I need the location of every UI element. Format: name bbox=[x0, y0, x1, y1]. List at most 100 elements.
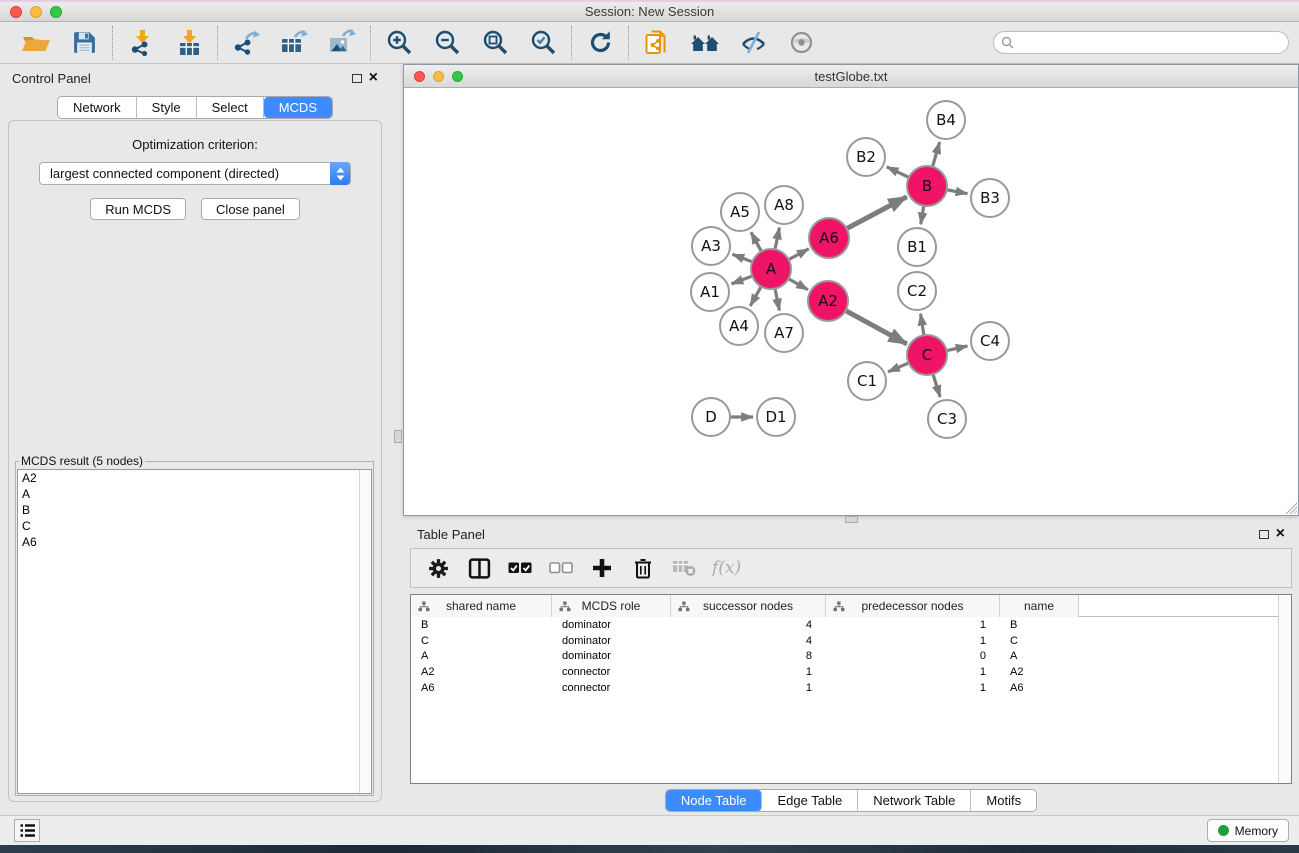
column-header-name[interactable]: name bbox=[1000, 595, 1079, 617]
graph-node-A5[interactable]: A5 bbox=[721, 193, 759, 231]
table-row[interactable]: Adominator80A bbox=[411, 649, 1291, 665]
cell-MCDS-role[interactable]: connector bbox=[552, 666, 671, 678]
edge-A-A3[interactable] bbox=[732, 254, 752, 262]
edge-A-A8[interactable] bbox=[775, 228, 779, 250]
cell-predecessor-nodes[interactable]: 1 bbox=[826, 666, 1000, 678]
edge-A-A6[interactable] bbox=[789, 249, 809, 260]
mcds-result-item[interactable]: C bbox=[18, 518, 371, 534]
export-table-icon[interactable] bbox=[277, 28, 311, 58]
mcds-result-item[interactable]: A6 bbox=[18, 534, 371, 550]
mcds-result-list[interactable]: A2ABCA6 bbox=[17, 469, 372, 794]
split-pane-gripper-vertical[interactable] bbox=[394, 430, 402, 443]
show-columns-icon[interactable] bbox=[466, 555, 492, 581]
tab-network-table[interactable]: Network Table bbox=[858, 790, 971, 811]
zoom-fit-icon[interactable] bbox=[478, 28, 512, 58]
edge-A-A7[interactable] bbox=[775, 289, 779, 311]
graph-node-C[interactable]: C bbox=[907, 335, 947, 375]
network-overview-icon[interactable] bbox=[688, 28, 722, 58]
edge-B-B2[interactable] bbox=[887, 167, 909, 178]
cell-successor-nodes[interactable]: 8 bbox=[671, 650, 826, 662]
network-window-titlebar[interactable]: testGlobe.txt bbox=[404, 65, 1298, 88]
delete-column-icon[interactable] bbox=[630, 555, 656, 581]
add-column-icon[interactable] bbox=[589, 555, 615, 581]
zoom-selected-icon[interactable] bbox=[526, 28, 560, 58]
close-panel-icon[interactable]: × bbox=[369, 73, 378, 83]
cell-name[interactable]: B bbox=[1000, 619, 1079, 631]
criterion-select[interactable]: largest connected component (directed) bbox=[39, 162, 351, 185]
cell-successor-nodes[interactable]: 1 bbox=[671, 682, 826, 694]
mcds-result-item[interactable]: A bbox=[18, 486, 371, 502]
cell-predecessor-nodes[interactable]: 1 bbox=[826, 619, 1000, 631]
cell-MCDS-role[interactable]: dominator bbox=[552, 619, 671, 631]
tab-motifs[interactable]: Motifs bbox=[971, 790, 1036, 811]
cell-shared-name[interactable]: A6 bbox=[411, 682, 552, 694]
import-network-icon[interactable] bbox=[124, 28, 158, 58]
cell-successor-nodes[interactable]: 4 bbox=[671, 635, 826, 647]
edge-B-B3[interactable] bbox=[947, 190, 968, 194]
cell-successor-nodes[interactable]: 1 bbox=[671, 666, 826, 678]
tab-select[interactable]: Select bbox=[197, 97, 264, 118]
import-table-icon[interactable] bbox=[172, 28, 206, 58]
edge-A-A4[interactable] bbox=[750, 286, 761, 306]
column-header-predecessor-nodes[interactable]: predecessor nodes bbox=[826, 595, 1000, 617]
edge-A2-C[interactable] bbox=[846, 311, 907, 344]
hide-graphics-details-icon[interactable] bbox=[736, 28, 770, 58]
window-resize-grip[interactable] bbox=[1284, 501, 1297, 514]
tab-network[interactable]: Network bbox=[58, 97, 137, 118]
task-history-button[interactable] bbox=[14, 819, 40, 842]
close-panel-button[interactable]: Close panel bbox=[201, 198, 300, 220]
graph-node-B1[interactable]: B1 bbox=[898, 228, 936, 266]
graph-node-D1[interactable]: D1 bbox=[757, 398, 795, 436]
table-row[interactable]: A2connector11A2 bbox=[411, 664, 1291, 680]
clone-network-icon[interactable] bbox=[640, 28, 674, 58]
search-input[interactable] bbox=[993, 31, 1289, 54]
edge-A-A5[interactable] bbox=[751, 232, 761, 251]
graph-node-C4[interactable]: C4 bbox=[971, 322, 1009, 360]
column-header-MCDS-role[interactable]: MCDS role bbox=[552, 595, 671, 617]
graph-node-C1[interactable]: C1 bbox=[848, 362, 886, 400]
graph-node-B3[interactable]: B3 bbox=[971, 179, 1009, 217]
edge-C-C2[interactable] bbox=[921, 314, 924, 336]
graph-node-A[interactable]: A bbox=[751, 249, 791, 289]
edge-A-A1[interactable] bbox=[732, 276, 753, 284]
graph-node-A4[interactable]: A4 bbox=[720, 307, 758, 345]
table-row[interactable]: Cdominator41C bbox=[411, 633, 1291, 649]
open-session-icon[interactable] bbox=[19, 28, 53, 58]
tab-edge-table[interactable]: Edge Table bbox=[762, 790, 858, 811]
close-table-panel-icon[interactable]: × bbox=[1276, 529, 1285, 539]
result-list-scrollbar[interactable] bbox=[359, 470, 371, 793]
cell-predecessor-nodes[interactable]: 1 bbox=[826, 682, 1000, 694]
graph-node-A2[interactable]: A2 bbox=[808, 281, 848, 321]
cell-shared-name[interactable]: A bbox=[411, 650, 552, 662]
graph-node-C2[interactable]: C2 bbox=[898, 272, 936, 310]
graph-node-B2[interactable]: B2 bbox=[847, 138, 885, 176]
edge-C-C4[interactable] bbox=[947, 346, 968, 351]
graph-node-B[interactable]: B bbox=[907, 166, 947, 206]
zoom-in-icon[interactable] bbox=[382, 28, 416, 58]
edge-A6-B[interactable] bbox=[847, 197, 907, 229]
table-row[interactable]: Bdominator41B bbox=[411, 617, 1291, 633]
export-image-icon[interactable] bbox=[325, 28, 359, 58]
graph-node-D[interactable]: D bbox=[692, 398, 730, 436]
cell-shared-name[interactable]: A2 bbox=[411, 666, 552, 678]
edge-C-C1[interactable] bbox=[888, 363, 909, 372]
settings-icon[interactable] bbox=[425, 555, 451, 581]
cell-predecessor-nodes[interactable]: 1 bbox=[826, 635, 1000, 647]
mcds-result-item[interactable]: A2 bbox=[18, 470, 371, 486]
tab-mcds[interactable]: MCDS bbox=[264, 97, 332, 118]
cell-MCDS-role[interactable]: dominator bbox=[552, 635, 671, 647]
cell-name[interactable]: A bbox=[1000, 650, 1079, 662]
cell-MCDS-role[interactable]: connector bbox=[552, 682, 671, 694]
tab-node-table[interactable]: Node Table bbox=[666, 790, 763, 811]
toggle-visibility-icon[interactable] bbox=[784, 28, 818, 58]
graph-node-B4[interactable]: B4 bbox=[927, 101, 965, 139]
table-scrollbar[interactable] bbox=[1278, 595, 1291, 783]
graph-node-A7[interactable]: A7 bbox=[765, 314, 803, 352]
tab-style[interactable]: Style bbox=[137, 97, 197, 118]
cell-shared-name[interactable]: C bbox=[411, 635, 552, 647]
column-header-successor-nodes[interactable]: successor nodes bbox=[671, 595, 826, 617]
edge-A-A2[interactable] bbox=[788, 279, 808, 290]
export-network-icon[interactable] bbox=[229, 28, 263, 58]
mcds-result-item[interactable]: B bbox=[18, 502, 371, 518]
graph-node-A1[interactable]: A1 bbox=[691, 273, 729, 311]
